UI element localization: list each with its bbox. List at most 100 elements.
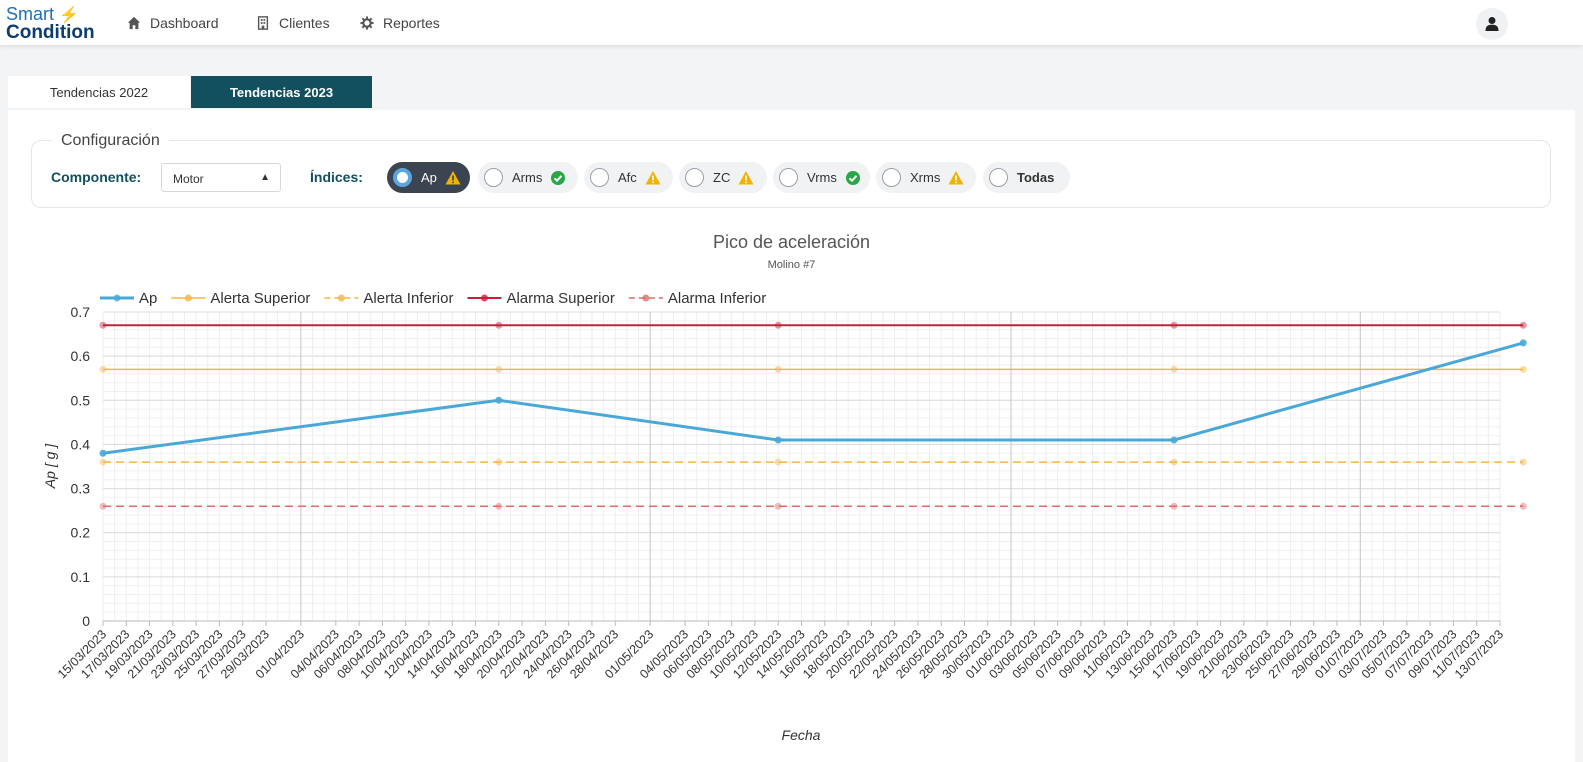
legend-swatch-point (113, 294, 121, 302)
legend-item: Alarma Inferior (628, 290, 766, 307)
data-point (1519, 365, 1527, 373)
legend-item: Ap (100, 290, 157, 307)
component-label: Componente: (51, 169, 142, 185)
nav-clientes[interactable]: Clientes (256, 15, 330, 31)
legend-item: Alerta Inferior (324, 290, 453, 307)
index-option-ap[interactable]: Ap (387, 162, 470, 193)
y-tick-label: 0.5 (71, 392, 91, 408)
smart-condition-logo[interactable]: Smart ⚡ Condition (6, 5, 95, 42)
legend-swatch-point (642, 294, 650, 302)
y-tick-label: 0.3 (71, 481, 91, 497)
legend-swatch-point (480, 294, 488, 302)
indices-label: Índices: (310, 169, 363, 185)
tab-tendencias-2023[interactable]: Tendencias 2023 (191, 76, 372, 108)
legend-swatch-point (184, 294, 192, 302)
component-select[interactable]: Motor ▲ (161, 163, 281, 192)
index-label-zc: ZC (713, 170, 731, 185)
radio-unselected (989, 168, 1008, 187)
data-point (495, 396, 503, 404)
gear-icon (360, 16, 374, 30)
data-point (99, 449, 107, 457)
tab-tendencias-2022[interactable]: Tendencias 2022 (8, 76, 190, 108)
check-circle-icon (845, 170, 860, 185)
index-label-xrms: Xrms (910, 170, 941, 185)
y-tick-label: 0.2 (71, 525, 91, 541)
data-point (99, 458, 107, 466)
nav-clientes-label: Clientes (279, 15, 330, 31)
x-axis-title: Fecha (782, 727, 821, 743)
building-icon (257, 16, 269, 30)
data-point (1519, 458, 1527, 466)
radio-unselected (882, 168, 901, 187)
index-label-todas: Todas (1017, 170, 1055, 185)
data-point (1519, 321, 1527, 329)
warning-icon (645, 170, 661, 184)
data-point (99, 365, 107, 373)
radio-unselected (590, 168, 609, 187)
nav-dashboard-label: Dashboard (150, 15, 219, 31)
data-point (1519, 339, 1527, 347)
data-point (495, 458, 503, 466)
index-option-arms[interactable]: Arms (478, 162, 578, 193)
chart-subtitle: Molino #7 (767, 259, 816, 271)
index-label-arms: Arms (512, 170, 543, 185)
y-tick-label: 0.7 (71, 304, 91, 320)
data-point (774, 458, 782, 466)
data-point (774, 502, 782, 510)
index-option-afc[interactable]: Afc (584, 162, 673, 193)
data-point (1170, 365, 1178, 373)
index-option-xrms[interactable]: Xrms (876, 162, 976, 193)
y-tick-label: 0.4 (71, 436, 91, 452)
warning-icon (445, 170, 461, 184)
trend-line-chart: 00.10.20.30.40.50.60.715/03/202317/03/20… (42, 290, 1527, 743)
config-legend: Configuración (52, 132, 169, 150)
y-tick-label: 0 (82, 613, 90, 629)
index-option-zc[interactable]: ZC (679, 162, 767, 193)
y-axis-title: Ap [ g ] (42, 443, 58, 489)
data-point (495, 502, 503, 510)
data-point (495, 321, 503, 329)
data-point (1170, 436, 1178, 444)
legend-item: Alarma Superior (467, 290, 615, 307)
component-select-value: Motor (173, 172, 204, 186)
index-option-todas[interactable]: Todas (983, 162, 1070, 193)
data-point (774, 436, 782, 444)
index-option-vrms[interactable]: Vrms (773, 162, 870, 193)
nav-reportes[interactable]: Reportes (360, 15, 440, 31)
radio-selected (393, 168, 412, 187)
y-tick-label: 0.6 (71, 348, 91, 364)
legend-label: Alarma Inferior (668, 290, 766, 307)
data-point (99, 502, 107, 510)
nav-reportes-label: Reportes (383, 15, 440, 31)
select-arrows-icon: ▲ (260, 172, 270, 183)
radio-unselected (779, 168, 798, 187)
home-icon (127, 16, 141, 30)
data-point (774, 321, 782, 329)
nav-dashboard[interactable]: Dashboard (127, 15, 219, 31)
legend-label: Ap (139, 290, 157, 307)
index-label-vrms: Vrms (807, 170, 837, 185)
legend-item: Alerta Superior (171, 290, 310, 307)
index-label-afc: Afc (618, 170, 637, 185)
legend-swatch-point (337, 294, 345, 302)
data-point (774, 365, 782, 373)
top-navbar: Smart ⚡ Condition Dashboard Clientes Rep… (0, 0, 1583, 46)
user-menu-button[interactable] (1476, 8, 1508, 40)
data-point (1519, 502, 1527, 510)
index-label-ap: Ap (421, 170, 437, 185)
radio-unselected (484, 168, 503, 187)
legend-label: Alarma Superior (506, 290, 614, 307)
legend-label: Alerta Inferior (363, 290, 453, 307)
data-point (495, 365, 503, 373)
data-point (1170, 321, 1178, 329)
chart-title: Pico de aceleración (712, 232, 871, 252)
radio-unselected (685, 168, 704, 187)
data-point (1170, 502, 1178, 510)
legend-label: Alerta Superior (210, 290, 310, 307)
warning-icon (948, 170, 964, 184)
data-point (99, 321, 107, 329)
warning-icon (738, 170, 754, 184)
user-icon (1485, 17, 1499, 31)
data-point (1170, 458, 1178, 466)
check-circle-icon (551, 170, 566, 185)
